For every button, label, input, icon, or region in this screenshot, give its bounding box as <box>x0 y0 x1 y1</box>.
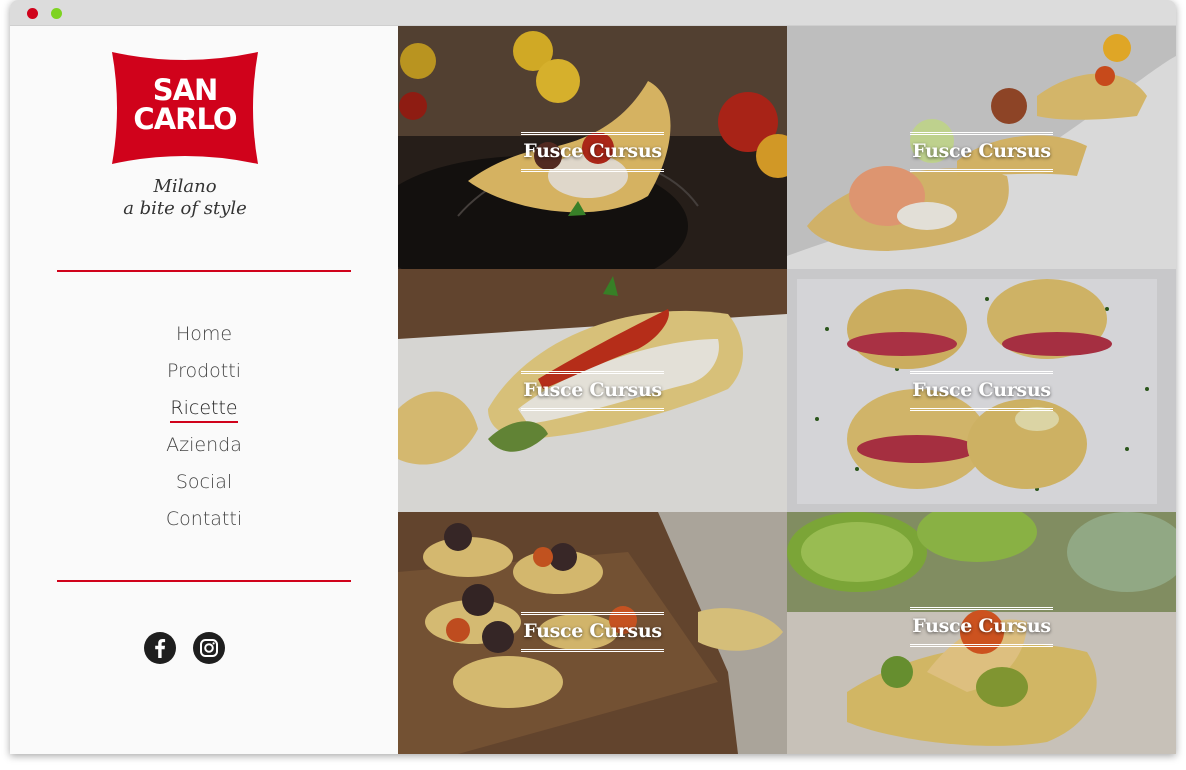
divider-top <box>57 270 351 272</box>
tagline-line-1: Milano <box>153 176 217 197</box>
recipe-caption: Fusce Cursus <box>398 132 787 172</box>
logo-wordmark: SAN CARLO <box>110 76 260 134</box>
logo-line-2: CARLO <box>133 102 237 136</box>
brand-tagline: Milano a bite of style <box>80 176 290 220</box>
recipe-title: Fusce Cursus <box>910 607 1053 647</box>
nav-item-social[interactable]: Social <box>144 464 264 501</box>
nav-item-label: Social <box>175 471 233 493</box>
maximize-window-button[interactable] <box>51 8 62 19</box>
logo-line-1: SAN <box>152 73 219 107</box>
recipe-title: Fusce Cursus <box>521 371 664 411</box>
browser-window: SAN CARLO Milano a bite of style Home Pr… <box>10 0 1176 754</box>
main-nav: Home Prodotti Ricette Azienda Social Con… <box>10 316 398 538</box>
nav-item-contatti[interactable]: Contatti <box>144 501 264 538</box>
recipe-title: Fusce Cursus <box>910 132 1053 172</box>
recipe-card[interactable]: Fusce Cursus <box>787 26 1176 269</box>
social-links <box>144 632 228 666</box>
divider-bottom <box>57 580 351 582</box>
recipe-caption: Fusce Cursus <box>787 607 1176 647</box>
recipe-caption: Fusce Cursus <box>787 132 1176 172</box>
nav-item-prodotti[interactable]: Prodotti <box>144 353 264 390</box>
recipe-card[interactable]: Fusce Cursus <box>398 269 787 512</box>
recipe-grid: Fusce Cursus Fusce Cursus Fusce Cursus F… <box>398 26 1176 754</box>
tagline-line-2: a bite of style <box>123 198 247 219</box>
recipe-card[interactable]: Fusce Cursus <box>787 512 1176 754</box>
nav-item-home[interactable]: Home <box>144 316 264 353</box>
recipe-card[interactable]: Fusce Cursus <box>398 26 787 269</box>
nav-item-azienda[interactable]: Azienda <box>144 427 264 464</box>
nav-item-label: Home <box>175 323 233 345</box>
san-carlo-logo[interactable]: SAN CARLO <box>110 50 260 166</box>
facebook-icon[interactable] <box>144 632 176 664</box>
nav-item-label: Prodotti <box>166 360 241 382</box>
close-window-button[interactable] <box>27 8 38 19</box>
recipe-caption: Fusce Cursus <box>787 371 1176 411</box>
recipe-title: Fusce Cursus <box>521 132 664 172</box>
recipe-card[interactable]: Fusce Cursus <box>787 269 1176 512</box>
sidebar: SAN CARLO Milano a bite of style Home Pr… <box>10 26 398 754</box>
recipe-title: Fusce Cursus <box>521 612 664 652</box>
nav-item-label: Contatti <box>165 508 243 530</box>
instagram-icon[interactable] <box>193 632 225 664</box>
nav-item-ricette[interactable]: Ricette <box>144 390 264 427</box>
recipe-title: Fusce Cursus <box>910 371 1053 411</box>
recipe-card[interactable]: Fusce Cursus <box>398 512 787 754</box>
recipe-caption: Fusce Cursus <box>398 612 787 652</box>
nav-item-label: Azienda <box>166 434 242 456</box>
title-bar <box>10 0 1176 26</box>
nav-item-label: Ricette <box>170 397 238 423</box>
recipe-caption: Fusce Cursus <box>398 371 787 411</box>
